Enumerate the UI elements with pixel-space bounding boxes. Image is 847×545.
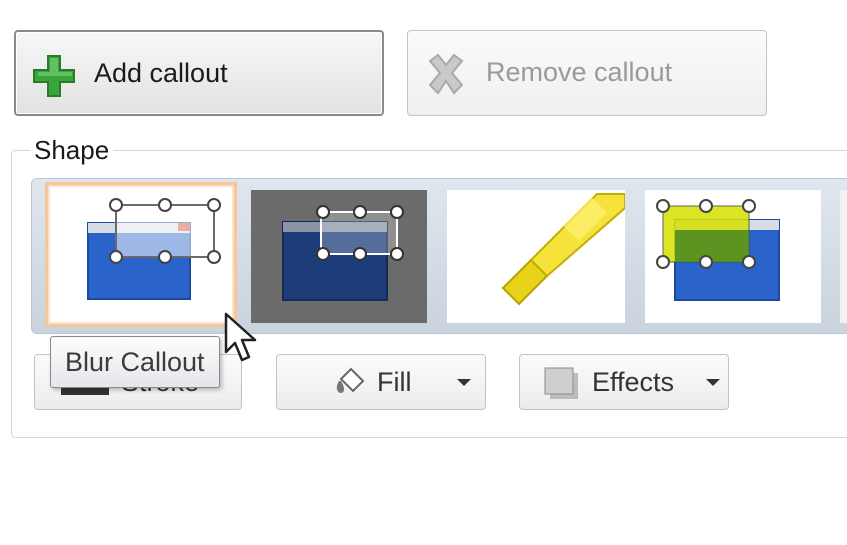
effects-dropdown-arrow [706,379,720,386]
gallery-item-blur-callout[interactable] [45,182,237,327]
shape-group-title: Shape [30,135,114,166]
mouse-cursor-icon [223,312,263,371]
add-callout-label: Add callout [94,58,228,88]
blur-callout-thumbnail [87,198,221,300]
highlight-callout-thumbnail [656,199,780,301]
effects-label: Effects [592,367,675,397]
x-icon [422,51,470,97]
dark-callout-thumbnail [282,205,404,301]
gallery-item-dark-callout[interactable] [251,190,427,323]
plus-icon [30,52,78,98]
add-callout-button[interactable]: Add callout [14,30,384,116]
highlighter-icon [501,193,625,306]
gallery-item-partial[interactable] [840,190,847,323]
gallery-item-highlight-callout[interactable] [645,190,821,323]
remove-callout-button[interactable]: Remove callout [407,30,767,116]
paint-bucket-icon [333,365,369,406]
fill-dropdown[interactable]: Fill [276,354,486,410]
gallery-item-highlighter[interactable] [447,190,625,323]
effects-dropdown[interactable]: Effects [519,354,729,410]
effects-icon [542,365,582,408]
remove-callout-label: Remove callout [486,57,673,87]
fill-dropdown-arrow [457,379,471,386]
fill-label: Fill [377,367,412,397]
tooltip: Blur Callout [50,336,220,388]
